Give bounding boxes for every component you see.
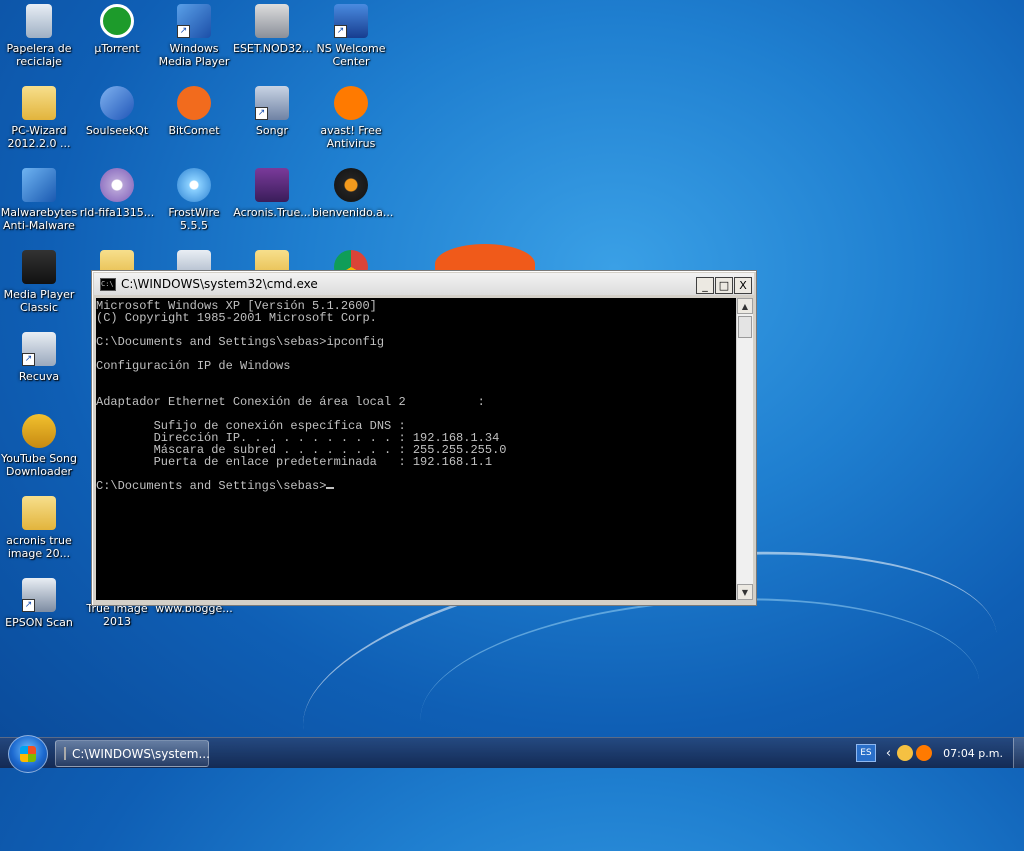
scroll-thumb[interactable]: [738, 316, 752, 338]
start-button[interactable]: [8, 735, 48, 773]
desktop-icon-songr[interactable]: ↗ Songr: [233, 86, 311, 137]
window-title: C:\WINDOWS\system32\cmd.exe: [121, 277, 318, 291]
frostwire-icon: [177, 168, 211, 202]
icon-label: Papelera de reciclaje: [6, 42, 72, 68]
window-controls: _ □ X: [696, 277, 752, 294]
media-player-classic-icon: [22, 250, 56, 284]
window-titlebar[interactable]: C:\ C:\WINDOWS\system32\cmd.exe _ □ X: [94, 273, 754, 295]
icon-label: BitComet: [168, 124, 220, 137]
desktop-icon-bienvenido[interactable]: bienvenido.a...: [312, 168, 394, 219]
desktop-icon-pc-wizard[interactable]: PC-Wizard 2012.2.0 ...: [0, 86, 78, 150]
icon-label: SoulseekQt: [85, 124, 149, 137]
show-hidden-icons-chevron-icon[interactable]: ‹: [886, 746, 891, 761]
windows-media-player-icon: ↗: [177, 4, 211, 38]
bienvenido-icon: [334, 168, 368, 202]
icon-label: rld-fifa1315...: [79, 206, 155, 219]
desktop-icon-malwarebytes[interactable]: Malwarebytes Anti-Malware: [0, 168, 78, 232]
desktop-icon-ns-welcome[interactable]: ↗ NS Welcome Center: [312, 4, 390, 68]
taskbar-button-label: C:\WINDOWS\system...: [72, 746, 210, 761]
vertical-scrollbar[interactable]: ▲ ▼: [736, 298, 753, 600]
icon-label: Acronis.True...: [233, 206, 311, 219]
icon-label: PC-Wizard 2012.2.0 ...: [7, 124, 71, 150]
icon-label: Songr: [255, 124, 289, 137]
ns-welcome-icon: ↗: [334, 4, 368, 38]
songr-icon: ↗: [255, 86, 289, 120]
icon-label: avast! Free Antivirus: [320, 124, 382, 150]
cmd-window[interactable]: C:\ C:\WINDOWS\system32\cmd.exe _ □ X Mi…: [91, 270, 757, 606]
shortcut-arrow-icon: ↗: [177, 25, 190, 38]
desktop-icon-fifa-dvd[interactable]: rld-fifa1315...: [78, 168, 156, 219]
bitcomet-icon: [177, 86, 211, 120]
avast-tray-icon[interactable]: [916, 745, 933, 761]
show-desktop-button[interactable]: [1013, 738, 1024, 768]
icon-label: Windows Media Player: [158, 42, 230, 68]
console-icon: [64, 747, 66, 760]
console-text: Microsoft Windows XP [Versión 5.1.2600] …: [96, 299, 507, 493]
icon-label: FrostWire 5.5.5: [168, 206, 220, 232]
winrar-icon: [255, 168, 289, 202]
clock[interactable]: 07:04 p.m.: [943, 747, 1003, 760]
icon-label: YouTube Song Downloader: [1, 452, 77, 478]
scroll-up-arrow-icon[interactable]: ▲: [737, 298, 753, 314]
desktop-icon-youtube-song-downloader[interactable]: YouTube Song Downloader: [0, 414, 78, 478]
recuva-icon: ↗: [22, 332, 56, 366]
text-cursor: [326, 487, 335, 489]
desktop-icon-acronis-folder[interactable]: acronis true image 20...: [0, 496, 78, 560]
icon-label: µTorrent: [94, 42, 140, 55]
desktop-icon-recuva[interactable]: ↗ Recuva: [0, 332, 78, 383]
shortcut-arrow-icon: ↗: [255, 107, 268, 120]
desktop-icon-recycle-bin[interactable]: Papelera de reciclaje: [0, 4, 78, 68]
close-button[interactable]: X: [734, 277, 752, 294]
minimize-button[interactable]: _: [696, 277, 714, 294]
language-indicator[interactable]: ES: [855, 744, 876, 762]
shortcut-arrow-icon: ↗: [334, 25, 347, 38]
recycle-bin-icon: [26, 4, 52, 38]
icon-label: acronis true image 20...: [6, 534, 72, 560]
folder-icon: [22, 496, 56, 530]
avast-icon: [334, 86, 368, 120]
shortcut-arrow-icon: ↗: [22, 599, 35, 612]
desktop-icon-epson-scan[interactable]: ↗ EPSON Scan: [0, 578, 78, 629]
desktop-icon-acronis-rar[interactable]: Acronis.True...: [233, 168, 311, 219]
icon-label: Media Player Classic: [3, 288, 75, 314]
folder-icon: [22, 86, 56, 120]
icon-label: bienvenido.a...: [312, 206, 394, 219]
desktop-icon-media-player-classic[interactable]: Media Player Classic: [0, 250, 78, 314]
icon-label: ESET.NOD32...: [233, 42, 313, 55]
taskbar: C:\WINDOWS\system... ES ‹ 07:04 p.m.: [0, 735, 1024, 773]
dvd-icon: [100, 168, 134, 202]
youtube-song-downloader-icon: [22, 414, 56, 448]
epson-scan-icon: ↗: [22, 578, 56, 612]
desktop-icon-avast[interactable]: avast! Free Antivirus: [312, 86, 390, 150]
console-icon: C:\: [100, 277, 116, 291]
system-tray: ES ‹ 07:04 p.m.: [855, 738, 1024, 768]
icon-label: NS Welcome Center: [316, 42, 386, 68]
icon-label: Recuva: [18, 370, 60, 383]
desktop-icon-eset[interactable]: ESET.NOD32...: [233, 4, 313, 55]
desktop-icon-bitcomet[interactable]: BitComet: [155, 86, 233, 137]
desktop-icon-windows-media-player[interactable]: ↗ Windows Media Player: [155, 4, 233, 68]
desktop-icon-soulseek[interactable]: SoulseekQt: [78, 86, 156, 137]
network-users-icon[interactable]: [897, 745, 914, 761]
malwarebytes-icon: [22, 168, 56, 202]
soulseek-icon: [100, 86, 134, 120]
maximize-button[interactable]: □: [715, 277, 733, 294]
desktop-icon-frostwire[interactable]: FrostWire 5.5.5: [155, 168, 233, 232]
icon-label: EPSON Scan: [5, 616, 73, 629]
console-output[interactable]: Microsoft Windows XP [Versión 5.1.2600] …: [96, 298, 737, 600]
scroll-down-arrow-icon[interactable]: ▼: [737, 584, 753, 600]
shortcut-arrow-icon: ↗: [22, 353, 35, 366]
icon-label: Malwarebytes Anti-Malware: [0, 206, 78, 232]
eset-icon: [255, 4, 289, 38]
utorrent-icon: [100, 4, 134, 38]
desktop-icon-utorrent[interactable]: µTorrent: [78, 4, 156, 55]
windows-logo-icon: [20, 746, 36, 762]
taskbar-button-cmd[interactable]: C:\WINDOWS\system...: [55, 740, 210, 767]
